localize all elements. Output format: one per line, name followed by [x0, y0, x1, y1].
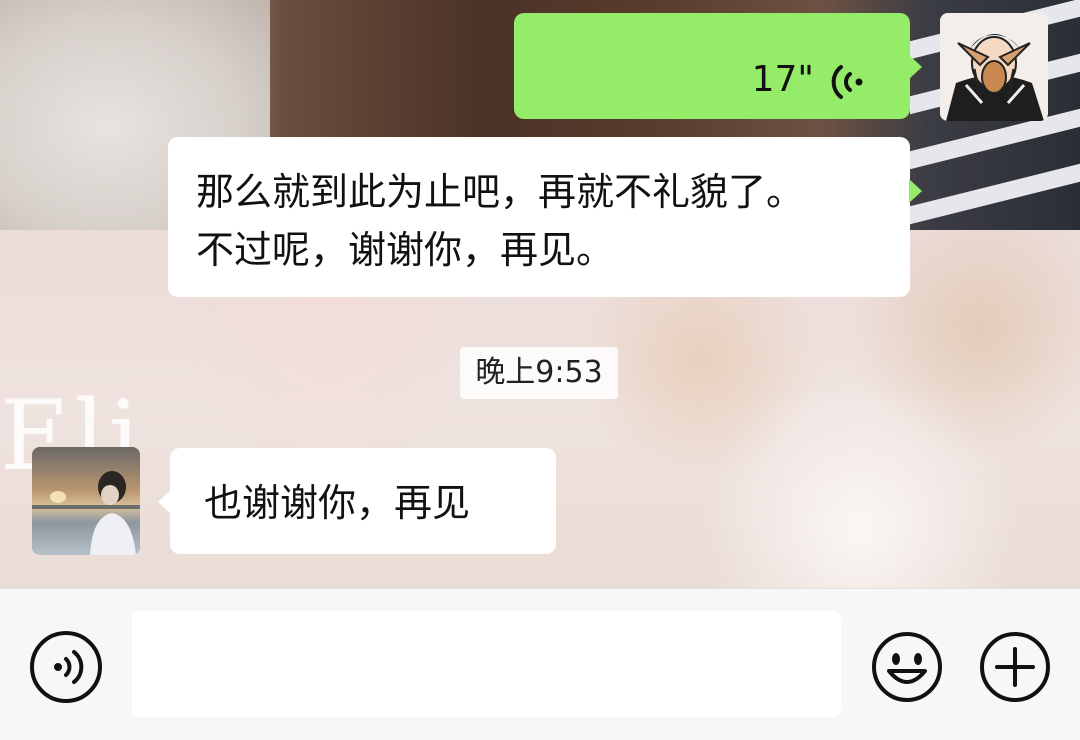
- peer-avatar[interactable]: [32, 447, 140, 555]
- message-timestamp: 晚上9:53: [460, 347, 618, 399]
- background-stripe: [910, 163, 1080, 225]
- text-message-bubble[interactable]: 那么就到此为止吧，再就不礼貌了。 不过呢，谢谢你，再见。: [168, 137, 922, 297]
- voice-duration: 17": [751, 59, 814, 100]
- voice-wave-icon: [831, 65, 863, 99]
- message-line: 那么就到此为止吧，再就不礼貌了。: [196, 170, 805, 214]
- self-avatar[interactable]: [940, 13, 1048, 121]
- message-line: 也谢谢你，再见: [204, 481, 471, 525]
- message-input-bar: [0, 588, 1080, 740]
- voice-wave-glyph: [54, 650, 84, 684]
- message-input[interactable]: [132, 611, 841, 717]
- text-message-bubble[interactable]: 也谢谢你，再见: [158, 448, 556, 554]
- emoji-icon[interactable]: [871, 631, 943, 703]
- message-line: 不过呢，谢谢你，再见。: [196, 228, 615, 272]
- self-avatar-illustration: [940, 13, 1048, 121]
- voice-toggle-icon[interactable]: [30, 631, 102, 703]
- peer-avatar-photo: [32, 447, 140, 555]
- voice-message-bubble[interactable]: 17": [514, 13, 922, 119]
- add-icon[interactable]: [979, 631, 1051, 703]
